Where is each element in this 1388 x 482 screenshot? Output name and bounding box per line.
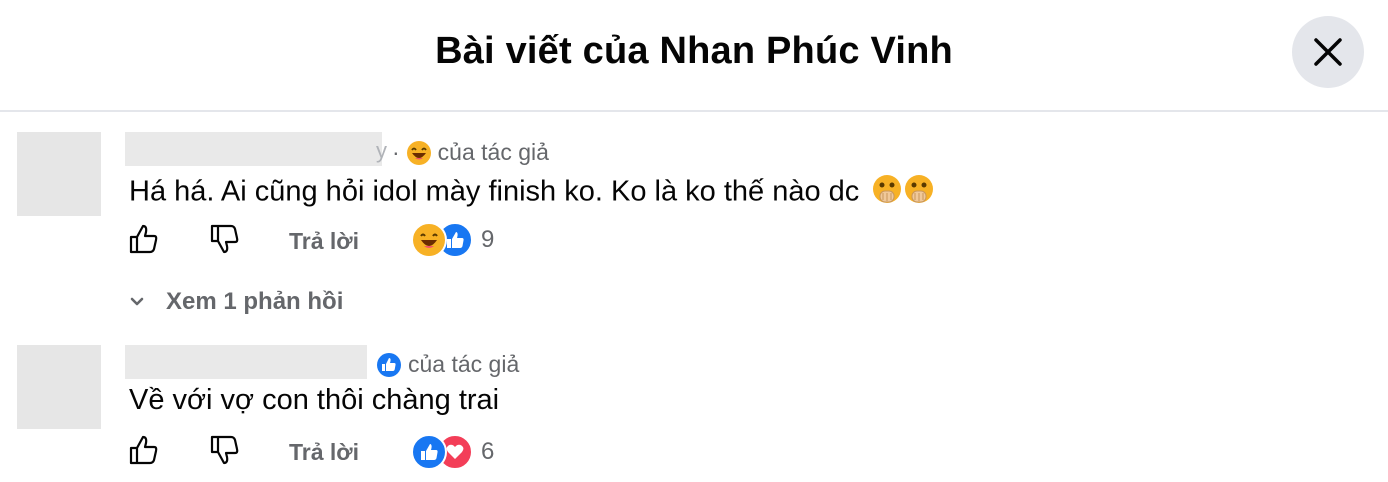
comment-text: Về với vợ con thôi chàng trai xyxy=(129,384,500,416)
reply-button[interactable]: Trả lời xyxy=(289,439,359,466)
haha-reaction-icon xyxy=(411,222,447,258)
avatar[interactable] xyxy=(17,345,101,429)
hand-over-mouth-emoji-icon xyxy=(871,173,903,213)
dislike-outline-icon[interactable] xyxy=(208,222,242,256)
comment-body: Há há. Ai cũng hỏi idol mày finish ko. K… xyxy=(129,173,935,213)
author-meta: · của tác giả xyxy=(392,139,549,166)
meta-separator: · xyxy=(392,139,400,165)
laughing-emoji-icon xyxy=(406,140,431,165)
view-replies-label: Xem 1 phản hồi xyxy=(166,288,344,315)
like-outline-icon[interactable] xyxy=(127,222,161,256)
reaction-summary[interactable]: 6 xyxy=(411,434,494,470)
close-icon xyxy=(1314,38,1342,66)
author-badge: của tác giả xyxy=(437,139,549,165)
hand-over-mouth-emoji-icon xyxy=(903,173,935,213)
like-icon xyxy=(377,352,401,377)
comment-actions: Trả lời 9 xyxy=(127,222,627,262)
reaction-summary[interactable]: 9 xyxy=(411,222,494,258)
chevron-down-icon xyxy=(130,297,144,306)
dislike-outline-icon[interactable] xyxy=(208,433,242,467)
avatar[interactable] xyxy=(17,132,101,216)
reaction-count: 9 xyxy=(481,226,495,253)
reaction-count: 6 xyxy=(481,438,495,465)
author-name[interactable] xyxy=(125,132,382,166)
dialog-header: Bài viết của Nhan Phúc Vinh xyxy=(0,0,1388,112)
like-reaction-icon xyxy=(411,434,447,470)
author-name-tail: y xyxy=(376,138,387,163)
close-button[interactable] xyxy=(1292,16,1364,88)
dialog-title: Bài viết của Nhan Phúc Vinh xyxy=(435,30,953,72)
comment-actions: Trả lời 6 xyxy=(127,433,627,473)
like-outline-icon[interactable] xyxy=(127,433,161,467)
author-name[interactable] xyxy=(125,345,367,379)
comment-text: Há há. Ai cũng hỏi idol mày finish ko. K… xyxy=(129,175,860,208)
view-replies-button[interactable]: Xem 1 phản hồi xyxy=(128,288,343,316)
author-meta: của tác giả xyxy=(376,351,519,378)
reply-button[interactable]: Trả lời xyxy=(289,228,359,255)
author-badge: của tác giả xyxy=(408,351,520,377)
